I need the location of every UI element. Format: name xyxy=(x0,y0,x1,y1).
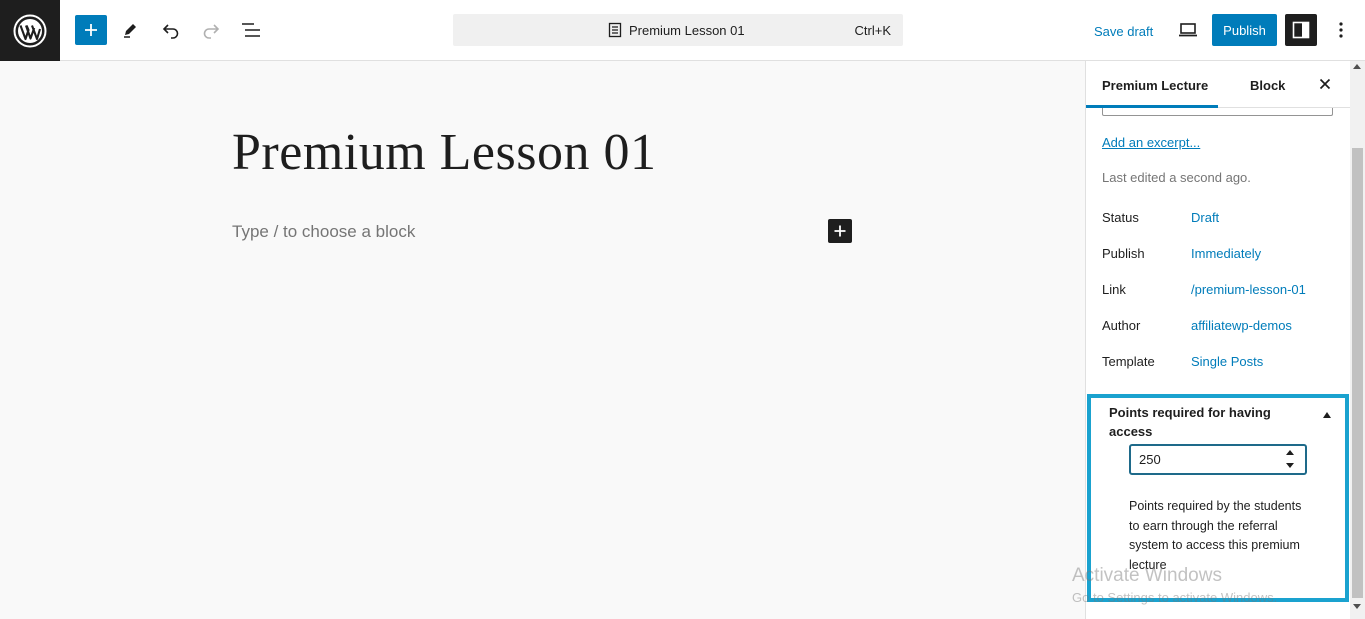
meta-row-template: Template Single Posts xyxy=(1102,354,1342,374)
scroll-up-icon[interactable] xyxy=(1353,64,1361,69)
points-panel-title[interactable]: Points required for having access xyxy=(1109,403,1309,441)
command-bar-shortcut: Ctrl+K xyxy=(854,23,891,38)
tab-premium-lecture[interactable]: Premium Lecture xyxy=(1102,78,1208,93)
plus-icon xyxy=(834,225,846,237)
preview-button[interactable] xyxy=(1177,19,1199,41)
laptop-icon xyxy=(1179,23,1197,37)
command-bar-title: Premium Lesson 01 xyxy=(629,23,745,38)
link-value-link[interactable]: /premium-lesson-01 xyxy=(1191,282,1306,297)
meta-label: Link xyxy=(1102,282,1126,297)
wordpress-logo-button[interactable] xyxy=(0,0,60,61)
save-draft-button[interactable]: Save draft xyxy=(1094,24,1153,39)
options-menu-button[interactable] xyxy=(1331,18,1351,42)
publish-button[interactable]: Publish xyxy=(1212,14,1277,46)
number-stepper[interactable] xyxy=(1284,450,1296,470)
block-placeholder[interactable]: Type / to choose a block xyxy=(232,222,415,242)
tools-button[interactable] xyxy=(118,18,142,42)
plus-icon xyxy=(85,24,97,36)
meta-label: Status xyxy=(1102,210,1139,225)
pencil-icon xyxy=(124,24,136,38)
sidebar-tabs: Premium Lecture Block xyxy=(1086,61,1351,108)
meta-row-status: Status Draft xyxy=(1102,210,1342,230)
redo-icon xyxy=(203,24,220,39)
list-view-icon xyxy=(242,23,260,37)
tab-block[interactable]: Block xyxy=(1250,78,1285,93)
meta-row-author: Author affiliatewp-demos xyxy=(1102,318,1342,338)
scroll-down-icon[interactable] xyxy=(1353,604,1361,609)
meta-row-link: Link /premium-lesson-01 xyxy=(1102,282,1342,302)
activate-windows-watermark: Activate Windows xyxy=(1072,565,1222,586)
command-palette-bar[interactable]: Premium Lesson 01 Ctrl+K xyxy=(453,14,903,46)
meta-label: Template xyxy=(1102,354,1155,369)
add-block-button[interactable] xyxy=(75,15,107,45)
add-excerpt-link[interactable]: Add an excerpt... xyxy=(1102,135,1200,150)
points-required-input[interactable] xyxy=(1129,444,1307,475)
points-help-text: Points required by the students to earn … xyxy=(1129,499,1302,572)
post-title[interactable]: Premium Lesson 01 xyxy=(232,123,656,182)
wordpress-logo-icon xyxy=(13,14,47,47)
meta-label: Publish xyxy=(1102,246,1145,261)
inline-add-block-button[interactable] xyxy=(828,219,852,243)
stepper-up-icon[interactable] xyxy=(1286,450,1294,455)
author-value-link[interactable]: affiliatewp-demos xyxy=(1191,318,1292,333)
editor-header: Premium Lesson 01 Ctrl+K Save draft Publ… xyxy=(0,0,1365,61)
excerpt-textarea[interactable] xyxy=(1102,108,1333,116)
editor-canvas: Premium Lesson 01 Type / to choose a blo… xyxy=(0,61,1085,619)
meta-row-publish: Publish Immediately xyxy=(1102,246,1342,266)
close-sidebar-button[interactable] xyxy=(1315,73,1335,95)
redo-button[interactable] xyxy=(199,18,223,42)
meta-label: Author xyxy=(1102,318,1141,333)
undo-icon xyxy=(162,24,179,39)
list-view-button[interactable] xyxy=(239,18,263,42)
scrollbar-thumb[interactable] xyxy=(1352,148,1363,598)
document-icon xyxy=(608,22,622,38)
stepper-down-icon[interactable] xyxy=(1286,463,1294,468)
template-value-link[interactable]: Single Posts xyxy=(1191,354,1263,369)
status-value-link[interactable]: Draft xyxy=(1191,210,1219,225)
close-icon xyxy=(1319,78,1331,90)
publish-value-link[interactable]: Immediately xyxy=(1191,246,1261,261)
collapse-arrow-icon[interactable] xyxy=(1323,412,1331,418)
settings-sidebar-toggle[interactable] xyxy=(1285,14,1317,46)
undo-button[interactable] xyxy=(159,18,183,42)
activate-windows-subtext: Go to Settings to activate Windows. xyxy=(1072,590,1278,605)
vertical-ellipsis-icon xyxy=(1339,22,1343,38)
sidebar-toggle-icon xyxy=(1292,21,1310,39)
last-edited-text: Last edited a second ago. xyxy=(1102,170,1251,185)
